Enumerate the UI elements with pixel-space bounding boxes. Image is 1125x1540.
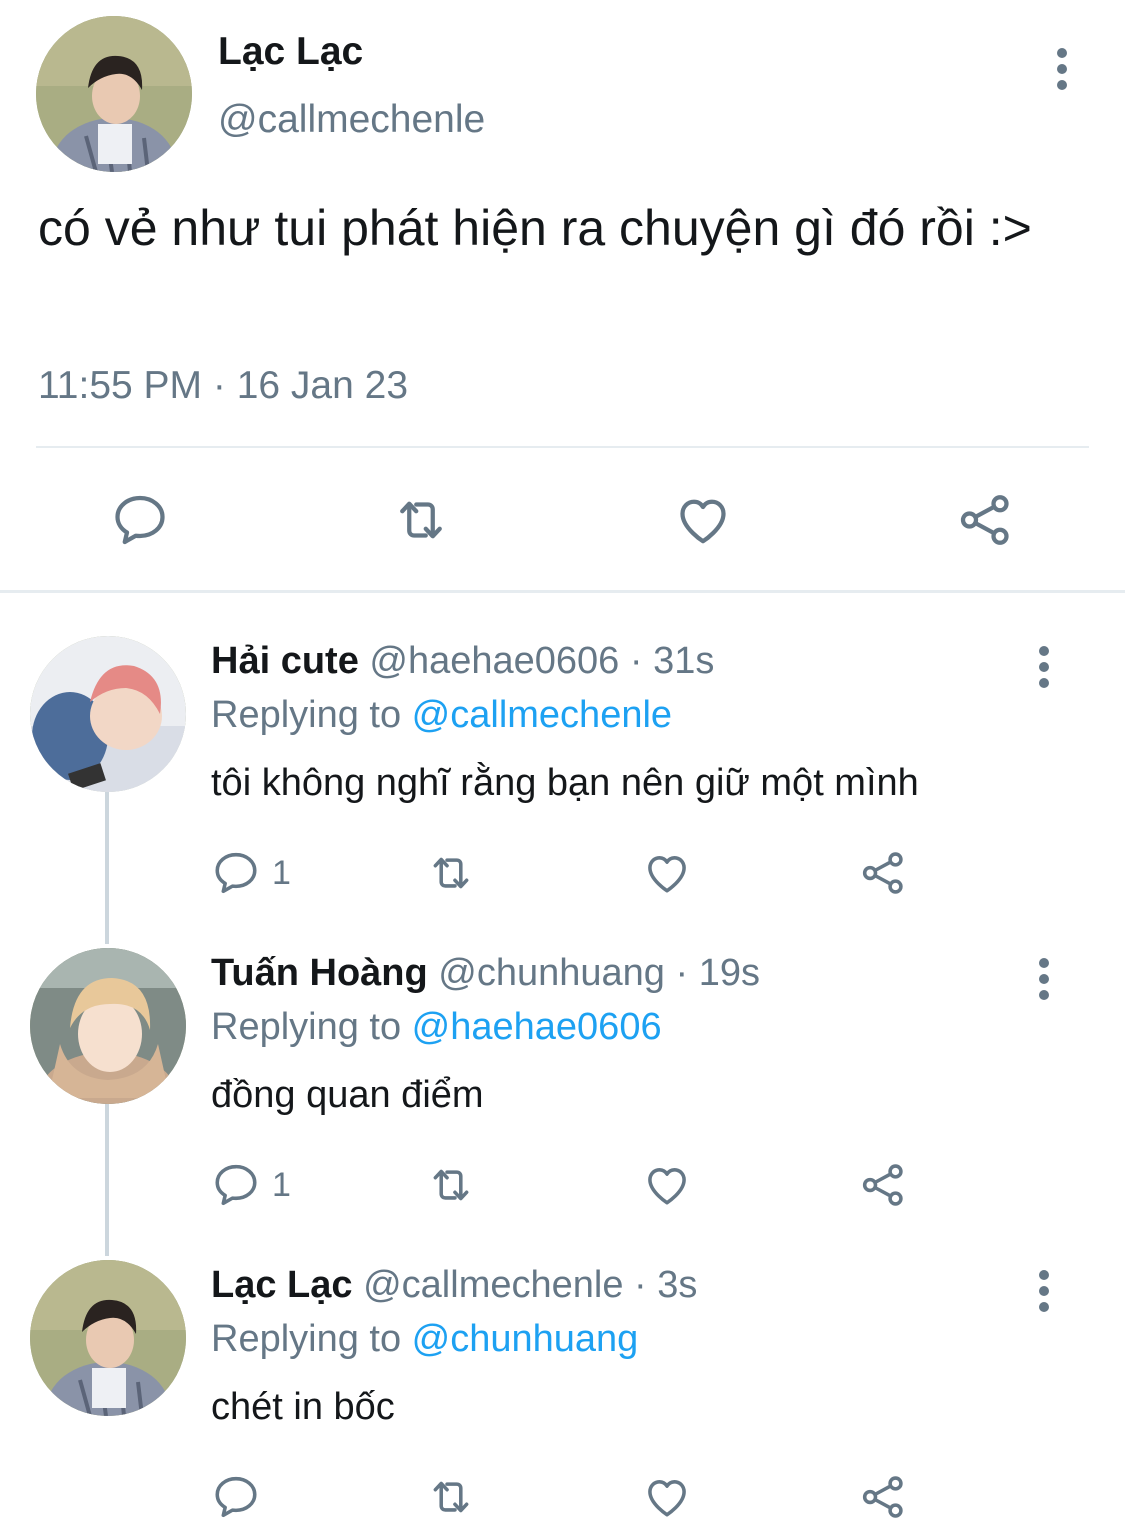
like-icon[interactable] — [673, 490, 733, 550]
reply-avatar[interactable] — [30, 636, 186, 792]
reply-time: 19s — [698, 952, 760, 994]
share-icon[interactable] — [858, 848, 908, 898]
reply-count: 1 — [272, 1166, 291, 1204]
more-options-icon[interactable] — [1039, 958, 1049, 1006]
reply-author-handle[interactable]: @chunhuang — [438, 952, 665, 994]
replying-to: Replying to @chunhuang — [211, 1318, 638, 1361]
reply-icon[interactable] — [211, 1472, 261, 1522]
replying-to-mention[interactable]: @haehae0606 — [412, 1006, 662, 1048]
like-icon[interactable] — [641, 1472, 693, 1522]
reply-author-handle[interactable]: @haehae0606 — [369, 640, 619, 682]
reply-icon[interactable] — [110, 490, 170, 550]
retweet-icon[interactable] — [424, 1472, 478, 1522]
replying-to: Replying to @callmechenle — [211, 694, 672, 737]
like-icon[interactable] — [641, 1160, 693, 1210]
reply-time: 3s — [657, 1264, 698, 1306]
share-icon[interactable] — [955, 490, 1015, 550]
author-handle[interactable]: @callmechenle — [218, 98, 485, 142]
replying-to-mention[interactable]: @callmechenle — [412, 694, 672, 736]
reply-time: 31s — [653, 640, 715, 682]
reply-author-name[interactable]: Lạc Lạc — [211, 1264, 353, 1306]
reply-author-name[interactable]: Tuấn Hoàng — [211, 952, 428, 994]
share-icon[interactable] — [858, 1160, 908, 1210]
separator-dot: · — [675, 952, 689, 994]
retweet-icon[interactable] — [424, 848, 478, 898]
reply-avatar[interactable] — [30, 1260, 186, 1416]
replying-to-label: Replying to — [211, 1006, 412, 1048]
retweet-icon[interactable] — [389, 490, 453, 550]
replying-to-mention[interactable]: @chunhuang — [412, 1318, 639, 1360]
replying-to-label: Replying to — [211, 694, 412, 736]
more-options-icon[interactable] — [1039, 646, 1049, 694]
divider — [36, 446, 1089, 448]
share-icon[interactable] — [858, 1472, 908, 1522]
reply-header: Tuấn Hoàng @chunhuang · 19s — [211, 952, 760, 995]
tweet-text: có vẻ như tui phát hiện ra chuyện gì đó … — [38, 200, 1032, 256]
reply-text: chét in bốc — [211, 1386, 395, 1428]
author-name[interactable]: Lạc Lạc — [218, 30, 363, 74]
separator-dot: · — [629, 640, 643, 682]
thread-line — [105, 1104, 109, 1256]
reply-text: đồng quan điểm — [211, 1074, 484, 1116]
reply-icon[interactable] — [211, 1160, 261, 1210]
like-icon[interactable] — [641, 848, 693, 898]
reply-icon[interactable] — [211, 848, 261, 898]
more-options-icon[interactable] — [1039, 1270, 1049, 1318]
reply-author-name[interactable]: Hải cute — [211, 640, 359, 682]
author-avatar[interactable] — [36, 16, 192, 172]
replying-to-label: Replying to — [211, 1318, 412, 1360]
reply-count: 1 — [272, 854, 291, 892]
more-options-icon[interactable] — [1057, 48, 1067, 96]
reply-header: Lạc Lạc @callmechenle · 3s — [211, 1264, 697, 1307]
reply-text: tôi không nghĩ rằng bạn nên giữ một mình — [211, 762, 919, 804]
reply-author-handle[interactable]: @callmechenle — [363, 1264, 623, 1306]
retweet-icon[interactable] — [424, 1160, 478, 1210]
thread-line — [105, 792, 109, 944]
reply-avatar[interactable] — [30, 948, 186, 1104]
reply-header: Hải cute @haehae0606 · 31s — [211, 640, 714, 683]
tweet-timestamp: 11:55 PM · 16 Jan 23 — [38, 364, 409, 407]
replying-to: Replying to @haehae0606 — [211, 1006, 662, 1049]
separator-dot: · — [634, 1264, 647, 1306]
section-divider — [0, 590, 1125, 593]
